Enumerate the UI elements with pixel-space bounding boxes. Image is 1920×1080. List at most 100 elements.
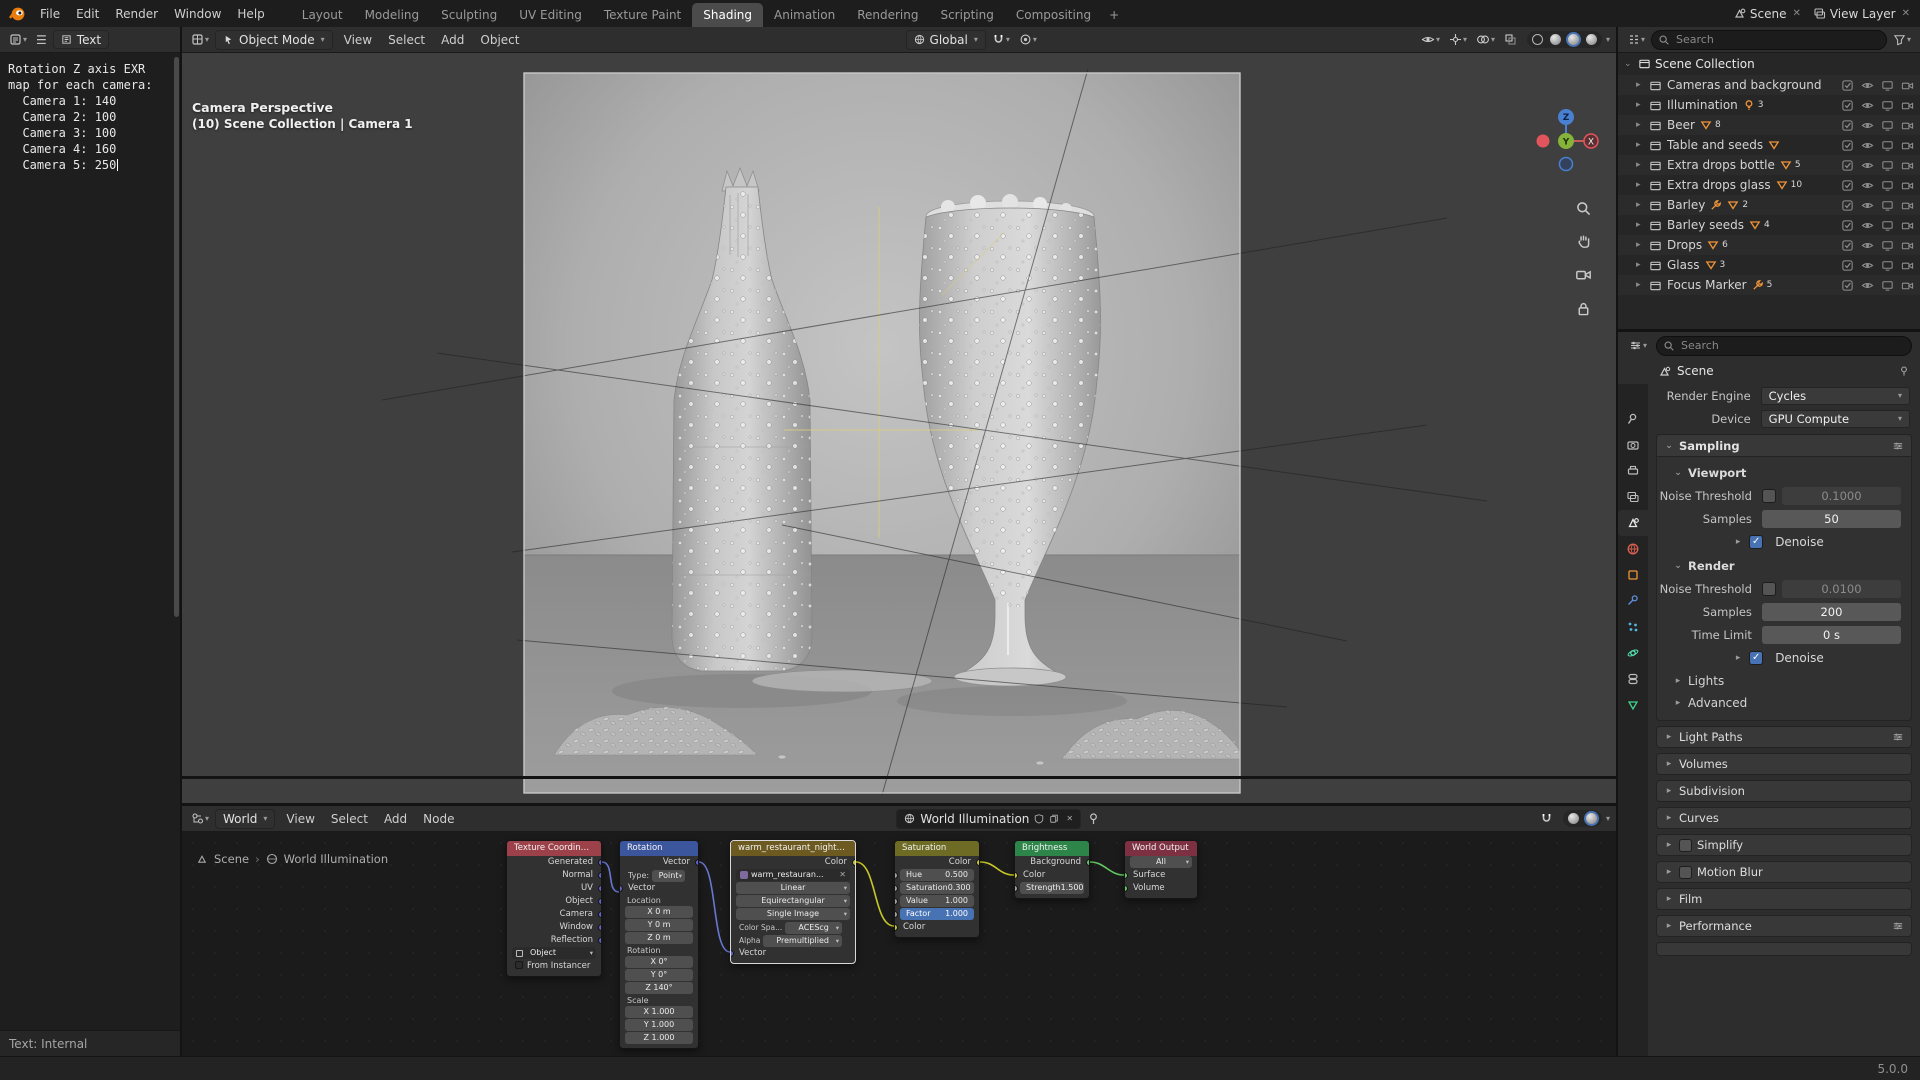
disable-viewport-icon[interactable] bbox=[1881, 259, 1894, 272]
properties-tab-tool[interactable] bbox=[1618, 406, 1648, 432]
collection-name[interactable]: Barley seeds bbox=[1667, 218, 1744, 232]
generated-output-socket[interactable] bbox=[598, 859, 601, 866]
shader-menu-node[interactable]: Node bbox=[415, 809, 462, 829]
copy-icon[interactable] bbox=[1049, 813, 1059, 824]
expand-icon[interactable]: ⌄ bbox=[1624, 59, 1634, 69]
menu-file[interactable]: File bbox=[32, 4, 68, 24]
viewport-canvas[interactable]: Camera Perspective (10) Scene Collection… bbox=[182, 55, 1616, 803]
disable-viewport-icon[interactable] bbox=[1881, 99, 1894, 112]
hide-viewport-eye-icon[interactable] bbox=[1861, 219, 1874, 232]
reflection-output-socket[interactable] bbox=[598, 937, 601, 944]
node-background-brightness[interactable]: Brightness Background Color Strength1.50… bbox=[1014, 840, 1090, 899]
code-line[interactable]: Camera 1: 140 bbox=[0, 93, 180, 109]
properties-tab-output[interactable] bbox=[1618, 458, 1648, 484]
exclude-checkbox-icon[interactable] bbox=[1841, 139, 1854, 152]
expand-icon[interactable]: ▸ bbox=[1636, 80, 1646, 90]
expand-icon[interactable]: ▸ bbox=[1636, 140, 1646, 150]
section-performance[interactable]: ▸Performance bbox=[1656, 915, 1912, 937]
workspace-tab-sculpting[interactable]: Sculpting bbox=[430, 3, 508, 27]
outliner-row-drops[interactable]: ▸Drops6 bbox=[1618, 235, 1920, 255]
outliner-root-row[interactable]: ⌄ Scene Collection bbox=[1618, 53, 1920, 74]
factor-input-socket[interactable] bbox=[895, 911, 898, 918]
disable-viewport-icon[interactable] bbox=[1881, 79, 1894, 92]
gizmos-icon[interactable]: ▾ bbox=[1446, 31, 1470, 48]
hide-viewport-eye-icon[interactable] bbox=[1861, 199, 1874, 212]
strength-input-socket[interactable] bbox=[1015, 885, 1018, 892]
vector-input-socket[interactable] bbox=[731, 950, 734, 957]
workspace-tab-layout[interactable]: Layout bbox=[291, 3, 354, 27]
from-instancer-checkbox[interactable] bbox=[515, 961, 523, 969]
node-header[interactable]: Brightness bbox=[1015, 841, 1089, 856]
workspace-tab-rendering[interactable]: Rendering bbox=[846, 3, 929, 27]
menu-icon[interactable]: ☰ bbox=[33, 31, 50, 49]
shading-material-button[interactable] bbox=[1566, 32, 1581, 47]
xray-icon[interactable] bbox=[1501, 31, 1520, 48]
exclude-checkbox-icon[interactable] bbox=[1841, 79, 1854, 92]
viewport-3d[interactable]: ▾ Object Mode ▾ ViewSelectAddObject Glob… bbox=[182, 27, 1616, 803]
overlays-icon[interactable]: ▾ bbox=[1473, 31, 1498, 48]
collection-name[interactable]: Illumination bbox=[1667, 98, 1738, 112]
code-line[interactable]: Camera 2: 100 bbox=[0, 109, 180, 125]
visibility-icon[interactable]: ▾ bbox=[1418, 31, 1443, 48]
properties-tab-modifiers[interactable] bbox=[1618, 588, 1648, 614]
editor-type-icon[interactable]: ▾ bbox=[1626, 337, 1650, 354]
device-select[interactable]: GPU Compute▾ bbox=[1761, 410, 1910, 428]
shader-menu-view[interactable]: View bbox=[278, 809, 322, 829]
node-canvas[interactable]: Scene › World Illumination Texture Coord… bbox=[182, 832, 1616, 1056]
properties-tab-object[interactable] bbox=[1618, 562, 1648, 588]
mapping-rot-field[interactable]: Y 0° bbox=[625, 969, 693, 981]
section-partial[interactable] bbox=[1656, 942, 1912, 956]
blender-logo-icon[interactable] bbox=[8, 5, 26, 23]
properties-tab-data[interactable] bbox=[1618, 692, 1648, 718]
subsection-advanced[interactable]: ▸Advanced bbox=[1657, 692, 1911, 713]
navigation-gizmo[interactable]: Z X Y bbox=[1532, 105, 1600, 173]
scene-selector[interactable]: Scene ✕ bbox=[1733, 7, 1803, 21]
denoise-row[interactable]: ▸✓ Denoise bbox=[1657, 647, 1911, 668]
properties-tab-constraints[interactable] bbox=[1618, 666, 1648, 692]
exclude-checkbox-icon[interactable] bbox=[1841, 159, 1854, 172]
properties-editor[interactable]: ▾ Scene Render Engine Cycles▾ bbox=[1618, 332, 1920, 1056]
menu-render[interactable]: Render bbox=[107, 4, 166, 24]
hide-viewport-eye-icon[interactable] bbox=[1861, 179, 1874, 192]
hide-viewport-eye-icon[interactable] bbox=[1861, 239, 1874, 252]
menu-help[interactable]: Help bbox=[229, 4, 272, 24]
viewport-menu-select[interactable]: Select bbox=[380, 30, 433, 50]
mapping-scale-field[interactable]: Y 1.000 bbox=[625, 1019, 693, 1031]
shading-rendered-button[interactable] bbox=[1584, 32, 1599, 47]
axis-x-label[interactable]: X bbox=[1588, 138, 1594, 148]
node-texture-coordinate[interactable]: Texture Coordinate GeneratedNormalUVObje… bbox=[506, 840, 602, 977]
outliner-row-cameras-and-background[interactable]: ▸Cameras and background bbox=[1618, 75, 1920, 95]
alpha-select[interactable]: Premultiplied bbox=[763, 935, 842, 947]
expand-icon[interactable]: ▸ bbox=[1636, 100, 1646, 110]
hide-viewport-eye-icon[interactable] bbox=[1861, 159, 1874, 172]
vector-output-socket[interactable] bbox=[695, 859, 698, 866]
factor-field[interactable]: Factor1.000 bbox=[900, 908, 974, 920]
editor-type-icon[interactable]: ▾ bbox=[188, 31, 212, 48]
text-scrollbar[interactable] bbox=[174, 57, 179, 617]
mapping-loc-field[interactable]: Z 0 m bbox=[625, 932, 693, 944]
color-input-socket[interactable] bbox=[895, 924, 898, 931]
expand-icon[interactable]: ▸ bbox=[1636, 260, 1646, 270]
unlink-image-icon[interactable]: ✕ bbox=[837, 869, 846, 881]
object-field[interactable]: Object bbox=[512, 947, 596, 959]
editor-type-icon[interactable]: ▾ bbox=[188, 810, 212, 827]
shader-editor[interactable]: ▾ World ▾ ViewSelectAddNode World Illumi… bbox=[182, 806, 1616, 1056]
outliner-search-input[interactable] bbox=[1651, 30, 1887, 50]
mapping-type-select[interactable]: Point bbox=[652, 870, 685, 882]
outliner-row-glass[interactable]: ▸Glass3 bbox=[1618, 255, 1920, 275]
hide-viewport-eye-icon[interactable] bbox=[1861, 279, 1874, 292]
time-limit-value[interactable]: 0 s bbox=[1762, 626, 1901, 644]
disable-render-camera-icon[interactable] bbox=[1901, 279, 1914, 292]
hide-viewport-eye-icon[interactable] bbox=[1861, 259, 1874, 272]
workspace-tab-texture-paint[interactable]: Texture Paint bbox=[593, 3, 692, 27]
interpolation-select[interactable]: Linear bbox=[736, 882, 850, 894]
section-subdivision[interactable]: ▸Subdivision bbox=[1656, 780, 1912, 802]
disable-viewport-icon[interactable] bbox=[1881, 219, 1894, 232]
exclude-checkbox-icon[interactable] bbox=[1841, 199, 1854, 212]
view-layer-selector[interactable]: View Layer ✕ bbox=[1813, 7, 1912, 21]
collection-name[interactable]: Beer bbox=[1667, 118, 1695, 132]
surface-input-socket[interactable] bbox=[1125, 872, 1128, 879]
viewport-menu-add[interactable]: Add bbox=[433, 30, 472, 50]
disable-viewport-icon[interactable] bbox=[1881, 239, 1894, 252]
shading-wireframe-button[interactable] bbox=[1530, 32, 1545, 47]
